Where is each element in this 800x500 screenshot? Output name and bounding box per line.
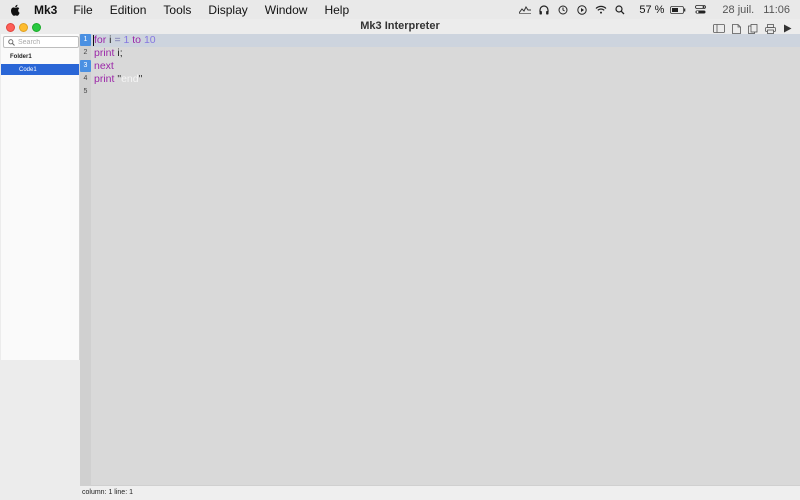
sidebar-toggle-icon[interactable] bbox=[712, 23, 726, 34]
status-area: 57 % 28 juil. 11:06 bbox=[515, 0, 790, 19]
spotlight-search-icon[interactable] bbox=[610, 4, 629, 15]
line-number[interactable]: 1 bbox=[80, 34, 91, 46]
code-token: i; bbox=[114, 47, 123, 59]
time-label: 11:06 bbox=[763, 3, 790, 16]
code-token: 1 bbox=[120, 34, 133, 46]
current-line-highlight bbox=[91, 34, 800, 47]
line-number[interactable]: 4 bbox=[80, 73, 91, 85]
search-icon bbox=[6, 38, 16, 46]
code-token: end bbox=[121, 73, 139, 85]
line-number[interactable]: 3 bbox=[80, 60, 91, 72]
code-editor[interactable]: for i = 1 to 10 print i; next print "end" bbox=[91, 34, 800, 485]
menu-edition[interactable]: Edition bbox=[110, 3, 147, 17]
sidebar: Folder1 Code1 bbox=[1, 34, 80, 360]
control-center-icon[interactable] bbox=[691, 5, 710, 14]
search-input[interactable] bbox=[16, 37, 76, 47]
code-line[interactable]: print "end" bbox=[94, 73, 142, 86]
line-number[interactable]: 2 bbox=[80, 47, 91, 59]
print-icon[interactable] bbox=[763, 23, 777, 34]
code-token: " bbox=[138, 73, 143, 85]
battery-percent: 57 % bbox=[639, 3, 665, 16]
code-token: to bbox=[132, 34, 142, 46]
code-token: print bbox=[94, 47, 115, 59]
code-line[interactable]: next bbox=[94, 60, 114, 73]
toolbar bbox=[712, 23, 794, 34]
menu-display[interactable]: Display bbox=[208, 3, 247, 17]
line-number-gutter: 1 2 3 4 5 bbox=[80, 34, 91, 500]
wifi-icon[interactable] bbox=[591, 5, 610, 14]
status-bar: column: 1 line: 1 bbox=[80, 485, 800, 500]
file-item-label: Code1 bbox=[19, 66, 37, 73]
code-token: print bbox=[94, 73, 115, 85]
code-token: for bbox=[94, 34, 107, 46]
window-title: Mk3 Interpreter bbox=[360, 20, 440, 32]
folder-label[interactable]: Folder1 bbox=[10, 54, 32, 60]
date-label: 28 juil. bbox=[722, 3, 755, 16]
time-machine-icon[interactable] bbox=[553, 5, 572, 15]
menu-help[interactable]: Help bbox=[324, 3, 349, 17]
search-field[interactable] bbox=[3, 36, 79, 48]
apple-icon[interactable] bbox=[10, 4, 24, 16]
menu-app-name[interactable]: Mk3 bbox=[34, 3, 57, 17]
title-bar[interactable]: Mk3 Interpreter bbox=[0, 19, 800, 35]
menu-window[interactable]: Window bbox=[265, 3, 308, 17]
activity-icon[interactable] bbox=[515, 5, 534, 14]
run-icon[interactable] bbox=[780, 23, 794, 34]
code-token: 10 bbox=[141, 34, 156, 46]
battery-icon[interactable] bbox=[668, 5, 687, 14]
headphones-icon[interactable] bbox=[534, 4, 553, 15]
new-document-icon[interactable] bbox=[729, 23, 743, 34]
copy-document-icon[interactable] bbox=[746, 23, 760, 34]
code-line[interactable]: print i; bbox=[94, 47, 123, 60]
menu-tools[interactable]: Tools bbox=[163, 3, 191, 17]
play-icon[interactable] bbox=[572, 4, 591, 15]
menu-file[interactable]: File bbox=[73, 3, 92, 17]
cursor-position: column: 1 line: 1 bbox=[82, 489, 133, 496]
code-token: next bbox=[94, 60, 114, 72]
file-item-code1[interactable]: Code1 bbox=[1, 64, 79, 75]
menubar-clock[interactable]: 28 juil. 11:06 bbox=[722, 4, 790, 16]
interpreter-window: Mk3 Interpreter Folde bbox=[0, 19, 800, 500]
menu-bar: Mk3 File Edition Tools Display Window He… bbox=[0, 0, 800, 19]
code-line[interactable]: for i = 1 to 10 bbox=[94, 34, 156, 47]
line-number[interactable]: 5 bbox=[80, 86, 91, 98]
